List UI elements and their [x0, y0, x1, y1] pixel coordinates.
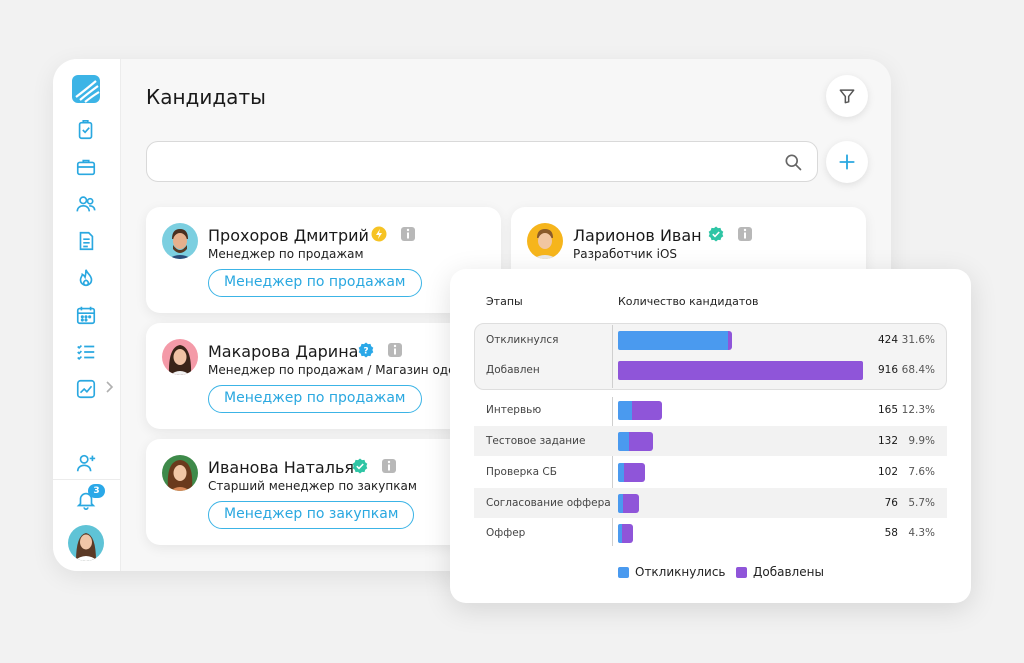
- chart-icon[interactable]: [74, 377, 98, 401]
- info-icon[interactable]: [737, 226, 753, 242]
- legend-added: Добавлены: [736, 565, 824, 579]
- candidate-avatar: [162, 223, 198, 259]
- tasks-icon[interactable]: [74, 118, 98, 142]
- filter-button[interactable]: [826, 75, 868, 117]
- sidebar: 3: [53, 59, 121, 571]
- candidate-avatar: [162, 455, 198, 491]
- chevron-right-icon[interactable]: [105, 379, 115, 393]
- candidate-avatar: [527, 223, 563, 259]
- briefcase-icon[interactable]: [74, 155, 98, 179]
- info-icon[interactable]: [387, 342, 403, 358]
- funnel-count: 76: [884, 497, 898, 509]
- bar-added[interactable]: [622, 524, 633, 543]
- calendar-icon[interactable]: [74, 303, 98, 327]
- funnel-percent: 68.4%: [901, 364, 935, 376]
- vacancy-tag[interactable]: Менеджер по продажам: [208, 269, 422, 297]
- funnel-stage-label: Откликнулся: [486, 334, 559, 346]
- funnel-count: 165: [877, 404, 898, 416]
- bar-responded[interactable]: [618, 331, 728, 350]
- funnel-stage-label: Проверка СБ: [486, 466, 557, 478]
- funnel-count: 424: [877, 334, 898, 346]
- bar-added[interactable]: [618, 361, 863, 380]
- candidate-role: Разработчик iOS: [573, 247, 678, 261]
- funnel-header-count: Количество кандидатов: [618, 295, 759, 308]
- bar-responded[interactable]: [618, 401, 632, 420]
- funnel-stage-label: Тестовое задание: [486, 435, 586, 447]
- legend-swatch: [618, 566, 629, 578]
- lightning-icon: [371, 226, 387, 242]
- funnel-percent: 4.3%: [908, 527, 935, 539]
- document-icon[interactable]: [74, 229, 98, 253]
- search-input[interactable]: [159, 150, 759, 174]
- info-icon[interactable]: [400, 226, 416, 242]
- candidate-card[interactable]: Макарова Дарина ? Менеджер по продажам /…: [146, 323, 501, 429]
- candidate-name[interactable]: Ларионов Иван: [573, 226, 702, 245]
- candidate-role: Менеджер по продажам: [208, 247, 364, 261]
- legend-responded: Откликнулись: [618, 565, 726, 579]
- funnel-panel: Этапы Количество кандидатов Откликнулся 4…: [450, 269, 971, 603]
- funnel-stage-label: Добавлен: [486, 364, 540, 376]
- vacancy-tag[interactable]: Менеджер по закупкам: [208, 501, 415, 529]
- candidate-name[interactable]: Прохоров Дмитрий: [208, 226, 369, 245]
- funnel-percent: 9.9%: [908, 435, 935, 447]
- funnel-count: 132: [877, 435, 898, 447]
- legend-label: Откликнулись: [635, 565, 726, 579]
- funnel-separator: [612, 397, 613, 546]
- info-icon[interactable]: [381, 458, 397, 474]
- legend-swatch: [736, 566, 747, 578]
- verified-icon: [708, 226, 724, 242]
- users-icon[interactable]: [74, 192, 98, 216]
- bar-added[interactable]: [632, 401, 662, 420]
- candidate-name[interactable]: Иванова Наталья: [208, 458, 354, 477]
- candidate-name[interactable]: Макарова Дарина: [208, 342, 358, 361]
- funnel-stage-label: Согласование оффера: [486, 497, 611, 509]
- funnel-separator: [612, 325, 613, 388]
- fire-icon[interactable]: [74, 266, 98, 290]
- page-title: Кандидаты: [146, 85, 266, 109]
- funnel-stage-label: Интервью: [486, 404, 542, 416]
- search-icon[interactable]: [783, 152, 803, 172]
- funnel-stage-label: Оффер: [486, 527, 526, 539]
- sidebar-divider: [53, 479, 121, 480]
- plus-icon: [839, 154, 855, 170]
- logo-icon[interactable]: [72, 75, 100, 103]
- funnel-percent: 31.6%: [901, 334, 935, 346]
- candidate-card[interactable]: Иванова Наталья Старший менеджер по заку…: [146, 439, 501, 545]
- candidate-avatar: [162, 339, 198, 375]
- funnel-percent: 12.3%: [901, 404, 935, 416]
- vacancy-tag[interactable]: Менеджер по продажам: [208, 385, 422, 413]
- bar-added[interactable]: [629, 432, 653, 451]
- question-icon: ?: [358, 342, 374, 358]
- candidate-role: Старший менеджер по закупкам: [208, 479, 417, 493]
- funnel-count: 102: [877, 466, 898, 478]
- checklist-icon[interactable]: [74, 340, 98, 364]
- funnel-count: 916: [877, 364, 898, 376]
- candidate-card[interactable]: Прохоров Дмитрий Менеджер по продажам Ме…: [146, 207, 501, 313]
- search-box[interactable]: [146, 141, 818, 182]
- bar-added[interactable]: [624, 463, 645, 482]
- svg-text:?: ?: [363, 347, 368, 357]
- notification-badge: 3: [88, 484, 105, 498]
- bar-responded[interactable]: [618, 432, 629, 451]
- funnel-header-stages: Этапы: [486, 295, 523, 308]
- funnel-percent: 5.7%: [908, 497, 935, 509]
- candidate-role: Менеджер по продажам / Магазин одежд: [208, 363, 475, 377]
- bar-added[interactable]: [728, 331, 732, 350]
- legend-label: Добавлены: [753, 565, 824, 579]
- bar-added[interactable]: [623, 494, 639, 513]
- funnel-percent: 7.6%: [908, 466, 935, 478]
- add-user-icon[interactable]: [74, 451, 98, 475]
- funnel-count: 58: [884, 527, 898, 539]
- add-candidate-button[interactable]: [826, 141, 868, 183]
- verified-icon: [352, 458, 368, 474]
- filter-icon: [839, 89, 855, 104]
- user-avatar[interactable]: [68, 525, 104, 561]
